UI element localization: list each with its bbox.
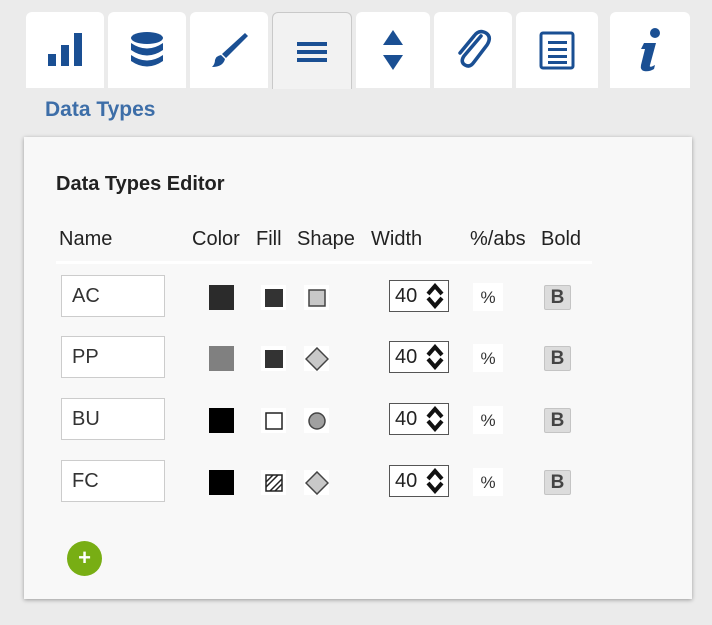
width-value: 40 <box>395 284 418 307</box>
shape-selector[interactable] <box>304 285 329 310</box>
width-value: 40 <box>395 345 418 368</box>
bold-toggle[interactable]: B <box>544 470 571 495</box>
header-shape: Shape <box>297 228 355 250</box>
width-value: 40 <box>395 407 418 430</box>
shape-selector[interactable] <box>304 470 329 495</box>
tab-list[interactable] <box>516 12 598 88</box>
pct-abs-toggle[interactable]: % <box>473 406 503 434</box>
list-icon <box>539 31 575 70</box>
fill-swatch[interactable] <box>261 346 286 371</box>
data-types-editor-panel: Data Types Editor Name Color Fill Shape … <box>24 137 692 599</box>
data-type-row: 40 % B <box>24 460 692 504</box>
menu-lines-icon <box>297 42 327 62</box>
shape-selector[interactable] <box>304 346 329 371</box>
tab-sort[interactable] <box>356 12 430 88</box>
header-color: Color <box>192 228 240 250</box>
add-data-type-button[interactable]: + <box>67 541 102 576</box>
header-width: Width <box>371 228 423 250</box>
color-swatch[interactable] <box>209 285 234 310</box>
paintbrush-icon <box>212 33 248 67</box>
fill-hatched-icon <box>264 473 283 492</box>
name-field[interactable] <box>61 398 165 440</box>
spinner-arrows-icon[interactable] <box>425 406 445 432</box>
data-type-row: 40 % B <box>24 398 692 442</box>
width-stepper[interactable]: 40 <box>389 341 449 373</box>
tab-design[interactable] <box>190 12 268 88</box>
header-pct-abs: %/abs <box>470 228 526 250</box>
paperclip-icon <box>458 29 491 68</box>
pct-abs-toggle[interactable]: % <box>473 468 503 496</box>
square-shape-icon <box>307 288 326 307</box>
tab-attachments[interactable] <box>434 12 512 88</box>
header-name: Name <box>59 228 113 250</box>
tab-info[interactable] <box>610 12 690 88</box>
pct-abs-toggle[interactable]: % <box>473 344 503 372</box>
spinner-arrows-icon[interactable] <box>425 344 445 370</box>
width-stepper[interactable]: 40 <box>389 280 449 312</box>
fill-solid-icon <box>264 349 283 368</box>
fill-solid-icon <box>264 288 283 307</box>
info-icon <box>640 28 660 72</box>
tab-data-types[interactable] <box>272 12 352 89</box>
header-fill: Fill <box>256 228 282 250</box>
name-field[interactable] <box>61 275 165 317</box>
toolbar-tabs <box>26 12 690 89</box>
bar-chart-icon <box>48 33 82 66</box>
name-field[interactable] <box>61 460 165 502</box>
bold-toggle[interactable]: B <box>544 408 571 433</box>
width-stepper[interactable]: 40 <box>389 403 449 435</box>
circle-shape-icon <box>307 411 326 430</box>
fill-swatch[interactable] <box>261 408 286 433</box>
diamond-shape-icon <box>304 470 329 495</box>
database-icon <box>131 32 163 67</box>
editor-title: Data Types Editor <box>56 173 225 195</box>
diamond-shape-icon <box>304 346 329 371</box>
name-field[interactable] <box>61 336 165 378</box>
section-title: Data Types <box>45 98 156 121</box>
color-swatch[interactable] <box>209 346 234 371</box>
bold-toggle[interactable]: B <box>544 346 571 371</box>
fill-outline-icon <box>264 411 283 430</box>
shape-selector[interactable] <box>304 408 329 433</box>
fill-swatch[interactable] <box>261 470 286 495</box>
bold-toggle[interactable]: B <box>544 285 571 310</box>
fill-swatch[interactable] <box>261 285 286 310</box>
data-type-row: 40 % B <box>24 336 692 380</box>
tab-data[interactable] <box>108 12 186 88</box>
header-bold: Bold <box>541 228 582 250</box>
data-type-row: 40 % B <box>24 275 692 319</box>
color-swatch[interactable] <box>209 408 234 433</box>
spinner-arrows-icon[interactable] <box>425 468 445 494</box>
color-swatch[interactable] <box>209 470 234 495</box>
sort-arrows-icon <box>383 30 403 70</box>
tab-chart[interactable] <box>26 12 104 88</box>
spinner-arrows-icon[interactable] <box>425 283 445 309</box>
width-stepper[interactable]: 40 <box>389 465 449 497</box>
header-divider <box>56 261 592 264</box>
pct-abs-toggle[interactable]: % <box>473 283 503 311</box>
width-value: 40 <box>395 469 418 492</box>
